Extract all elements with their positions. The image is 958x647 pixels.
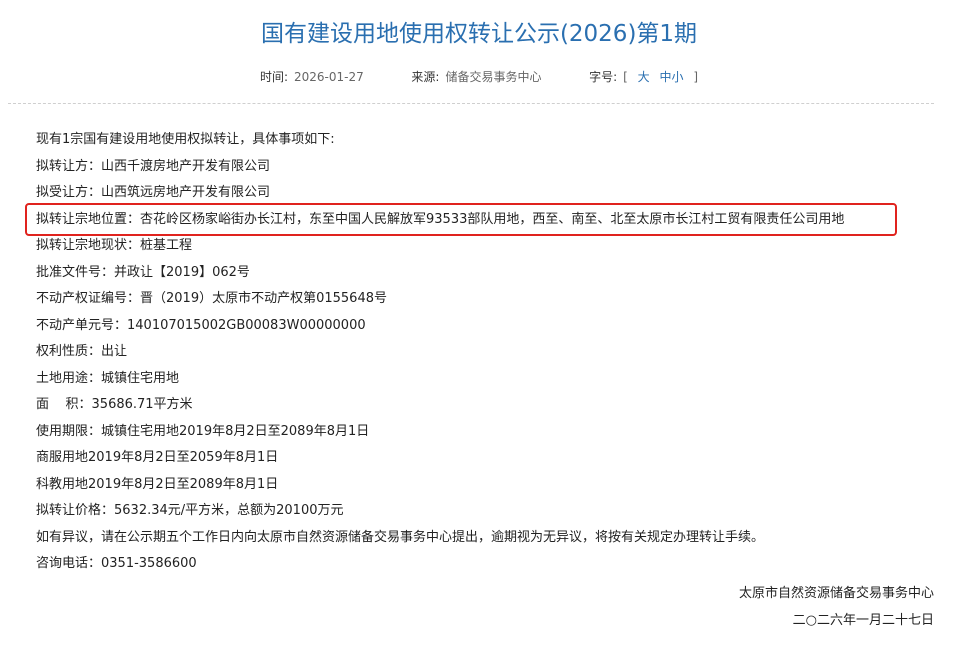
objection-line: 如有异议，请在公示期五个工作日内向太原市自然资源储备交易事务中心提出，逾期视为无…	[36, 529, 765, 545]
article-meta: 时间: 2026-01-27 来源: 储备交易事务中心 字号: [ 大 中小 ]	[0, 68, 958, 85]
status-line: 拟转让宗地现状：桩基工程	[36, 238, 193, 253]
font-size-label: 字号:	[589, 70, 618, 84]
location-line: 拟转让宗地位置：杏花岭区杨家峪街办长江村，东至中国人民解放军93533部队用地，…	[36, 211, 845, 227]
page-title: 国有建设用地使用权转让公示(2026)第1期	[260, 21, 698, 47]
source-value: 储备交易事务中心	[445, 70, 542, 84]
approval-doc-line: 批准文件号：并政让【2019】062号	[36, 264, 250, 280]
right-type-line: 权利性质：出让	[36, 344, 128, 359]
signature-org: 太原市自然资源储备交易事务中心	[738, 586, 934, 601]
publish-date: 2026-01-27	[293, 70, 364, 84]
font-size-small-link[interactable]: 小	[672, 70, 684, 84]
unit-no-line: 不动产单元号：140107015002GB00083W00000000	[36, 317, 366, 333]
cert-no-line: 不动产权证编号：晋（2019）太原市不动产权第0155648号	[36, 291, 387, 306]
price-line: 拟转让价格：5632.34元/平方米，总额为20100万元	[36, 503, 344, 518]
transferee-line: 拟受让方：山西筑远房地产开发有限公司	[36, 185, 271, 200]
article-body: 现有1宗国有建设用地使用权拟转让，具体事项如下: 拟转让方：山西千渡房地产开发有…	[36, 127, 936, 578]
bracket-close: ]	[693, 70, 699, 84]
term-line-3: 科教用地2019年8月2日至2089年8月1日	[36, 476, 279, 492]
land-use-line: 土地用途：城镇住宅用地	[36, 370, 180, 386]
source-label: 来源:	[411, 70, 440, 84]
term-line-2: 商服用地2019年8月2日至2059年8月1日	[36, 450, 279, 465]
transferor-line: 拟转让方：山西千渡房地产开发有限公司	[36, 158, 271, 174]
time-label: 时间:	[259, 70, 288, 84]
bracket-open: [	[623, 70, 628, 84]
font-size-medium-link[interactable]: 中	[660, 70, 672, 84]
area-line: 面 积：35686.71平方米	[36, 397, 193, 412]
phone-line: 咨询电话：0351-3586600	[36, 556, 197, 571]
term-line-1: 使用期限：城镇住宅用地2019年8月2日至2089年8月1日	[36, 423, 370, 439]
font-size-large-link[interactable]: 大	[638, 70, 650, 84]
header-divider	[8, 103, 934, 104]
signature-date: 二○二六年一月二十七日	[792, 613, 934, 628]
intro-text: 现有1宗国有建设用地使用权拟转让，具体事项如下:	[36, 132, 335, 147]
